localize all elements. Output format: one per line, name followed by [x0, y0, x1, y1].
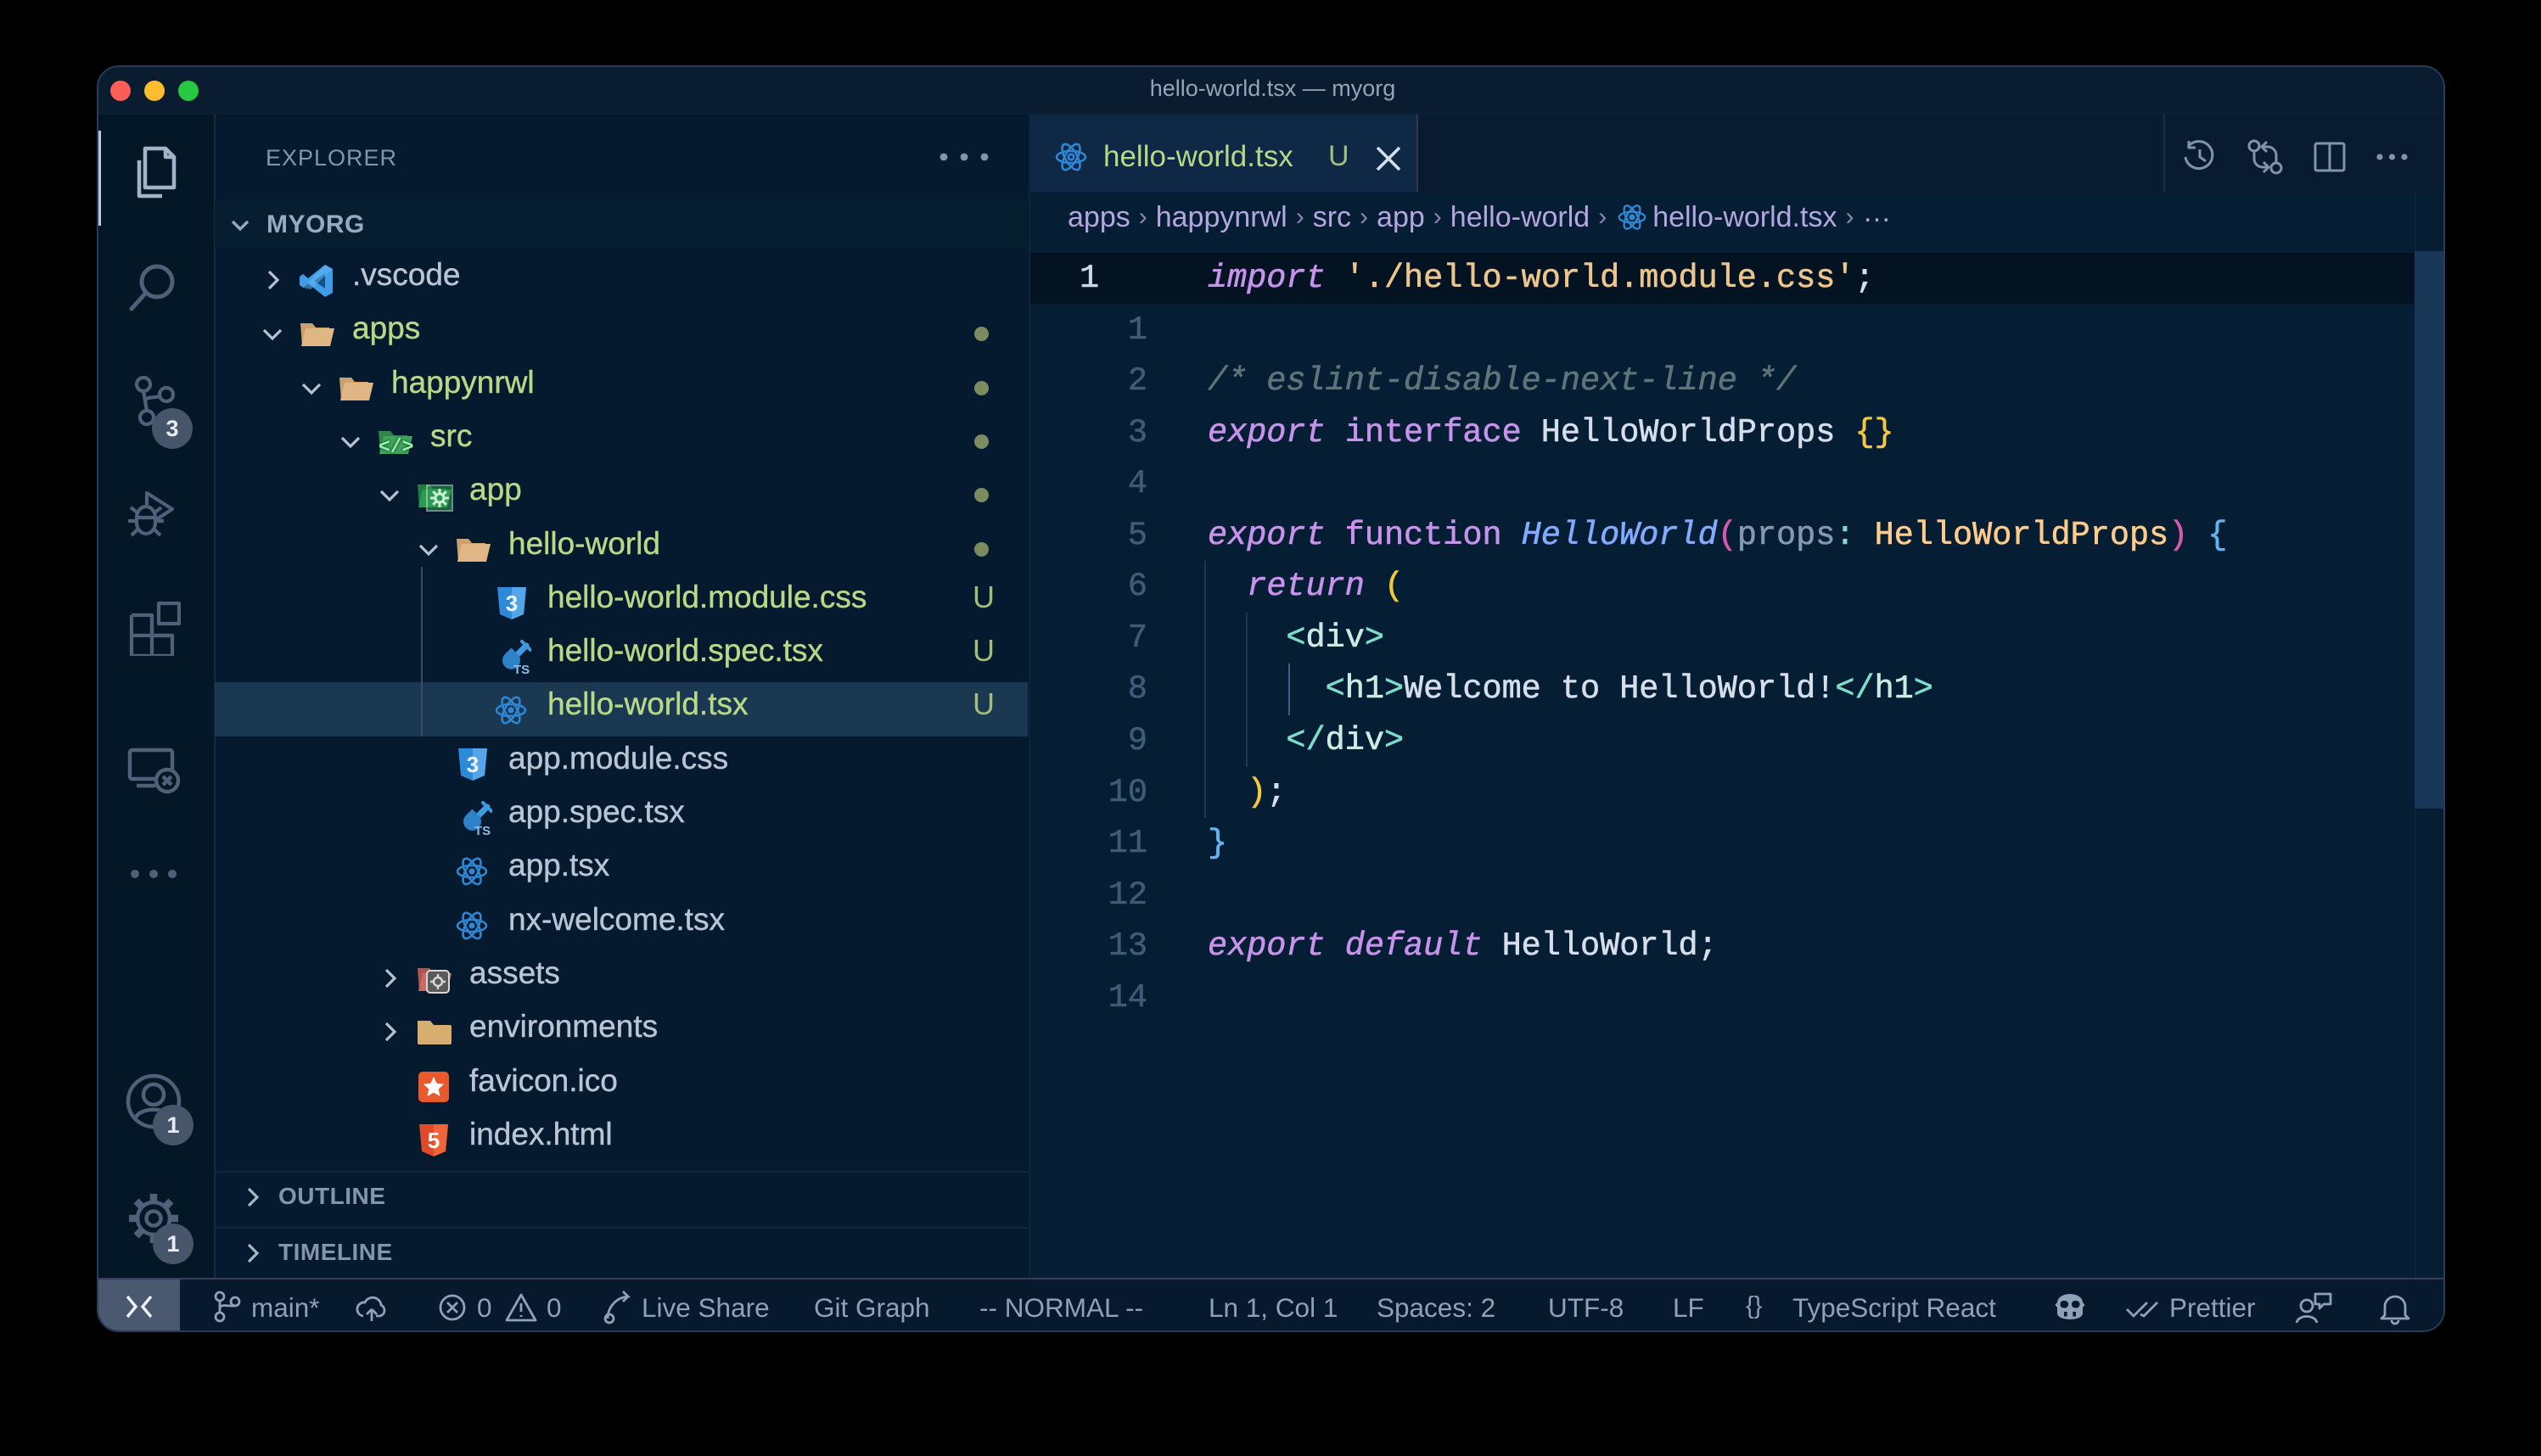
svg-text:5: 5: [428, 1128, 440, 1153]
svg-text:3: 3: [467, 752, 479, 777]
svg-text:TS: TS: [474, 824, 491, 836]
svg-text:3: 3: [506, 591, 518, 616]
svg-text:TS: TS: [513, 663, 530, 675]
